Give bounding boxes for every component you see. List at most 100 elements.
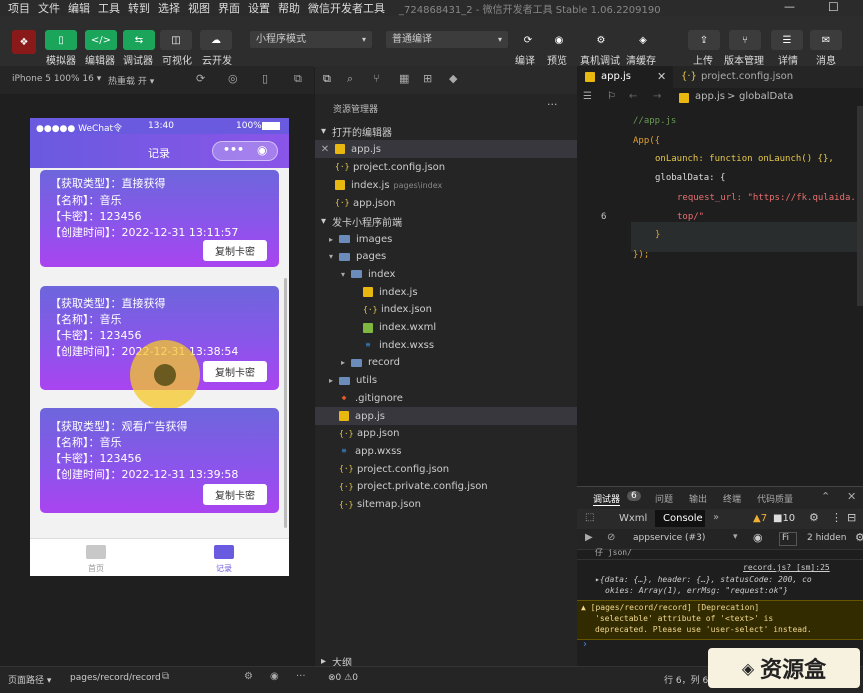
copy-code-button[interactable]: 复制卡密: [203, 484, 267, 505]
open-editor-item[interactable]: index.js pages\index: [315, 176, 577, 194]
details-icon[interactable]: ☰: [771, 30, 803, 50]
warning-count[interactable]: ▲7: [753, 513, 767, 524]
sound-icon[interactable]: ◎: [228, 72, 238, 85]
context-select[interactable]: appservice (#3): [633, 533, 705, 543]
file-item[interactable]: {·} project.private.config.json: [315, 478, 577, 496]
tab-debugger[interactable]: 调试器: [593, 492, 621, 506]
close-icon[interactable]: ✕: [847, 490, 856, 503]
refresh-icon[interactable]: ⟳: [196, 72, 205, 85]
file-item[interactable]: ◆ .gitignore: [315, 389, 577, 407]
eye-icon[interactable]: ◉: [543, 30, 575, 50]
chevron-up-icon[interactable]: ⌃: [821, 490, 830, 503]
open-editor-item[interactable]: {·} project.config.json: [315, 158, 577, 176]
upload-icon[interactable]: ⇪: [688, 30, 720, 50]
compile-button[interactable]: 编译: [515, 52, 535, 67]
close-icon[interactable]: ◉: [257, 143, 267, 157]
open-editor-item[interactable]: ✕ app.js: [315, 140, 577, 158]
filter-input[interactable]: Fi: [779, 532, 797, 546]
file-item[interactable]: ≡ app.wxss: [315, 442, 577, 460]
popout-icon[interactable]: ⧉: [294, 72, 302, 86]
close-icon[interactable]: ✕: [657, 70, 666, 83]
extensions-icon[interactable]: ▦: [399, 72, 409, 85]
scrollbar[interactable]: [284, 278, 287, 528]
kebab-icon[interactable]: ⋮: [831, 511, 842, 524]
problems-count[interactable]: ⊗0 ⚠0: [328, 673, 358, 683]
home-tab-icon[interactable]: [86, 545, 106, 559]
more-icon[interactable]: ···: [296, 671, 306, 682]
menu-item[interactable]: 界面: [218, 0, 240, 16]
file-item[interactable]: {·} app.json: [315, 425, 577, 443]
warning-entry[interactable]: ▲ [pages/record/record] [Deprecation] 's…: [577, 600, 863, 640]
layers-icon[interactable]: ◈: [627, 30, 659, 50]
clear-cache-button[interactable]: 清缓存: [626, 52, 656, 67]
search-icon[interactable]: ⌕: [347, 72, 353, 86]
source-control-icon[interactable]: ⑂: [373, 72, 380, 85]
tab-record[interactable]: 记录: [216, 563, 232, 574]
hidden-count[interactable]: 2 hidden: [807, 533, 846, 543]
tab-code-quality[interactable]: 代码质量: [757, 492, 793, 505]
avatar[interactable]: ❖: [12, 30, 36, 54]
tab-terminal[interactable]: 终端: [723, 492, 741, 505]
tab-app-js[interactable]: app.js ✕: [577, 66, 673, 88]
details-button[interactable]: 详情: [778, 52, 798, 67]
tab-problems[interactable]: 问题: [655, 492, 673, 505]
capsule-menu[interactable]: ••• ◉: [212, 141, 278, 161]
file-item[interactable]: {·} project.config.json: [315, 460, 577, 478]
copy-icon[interactable]: ⧉: [162, 671, 169, 682]
file-item[interactable]: {·} sitemap.json: [315, 496, 577, 514]
folder-item[interactable]: ▾ pages: [315, 248, 577, 266]
breadcrumb-symbol[interactable]: globalData: [739, 91, 793, 102]
preview-button[interactable]: 预览: [547, 52, 567, 67]
menu-item[interactable]: 编辑: [68, 0, 90, 16]
tab-project-config[interactable]: {·} project.config.json: [673, 66, 863, 88]
open-editors-header[interactable]: ▾ 打开的编辑器: [315, 122, 577, 140]
folder-item[interactable]: ▸ utils: [315, 372, 577, 390]
hotreload-select[interactable]: 热重载 开 ▾: [108, 74, 154, 87]
menu-item[interactable]: 微信开发者工具: [308, 0, 385, 16]
version-button[interactable]: 版本管理: [724, 52, 764, 67]
folder-item[interactable]: ▾ index: [315, 265, 577, 283]
visual-icon[interactable]: ◫: [160, 30, 192, 50]
debugger-icon[interactable]: ⇆: [123, 30, 155, 50]
editor-icon[interactable]: </>: [85, 30, 117, 50]
branch-icon[interactable]: ⑂: [729, 30, 761, 50]
scrollbar[interactable]: [857, 106, 863, 306]
message-button[interactable]: 消息: [816, 52, 836, 67]
sidebar-icon[interactable]: ▶: [585, 532, 593, 543]
tab-wxml[interactable]: Wxml: [619, 513, 647, 524]
menu-item[interactable]: 转到: [128, 0, 150, 16]
tab-output[interactable]: 输出: [689, 492, 707, 505]
eye-icon[interactable]: ◉: [270, 671, 279, 682]
split-icon[interactable]: ☰: [583, 91, 592, 102]
copy-code-button[interactable]: 复制卡密: [203, 361, 267, 382]
dock-icon[interactable]: ⊟: [847, 511, 856, 524]
menu-item[interactable]: 文件: [38, 0, 60, 16]
menu-item[interactable]: 帮助: [278, 0, 300, 16]
minimize-icon[interactable]: —: [784, 0, 795, 13]
close-icon[interactable]: ✕: [315, 144, 335, 155]
cursor-position[interactable]: 行 6，列 6: [664, 673, 708, 686]
more-icon[interactable]: •••: [223, 143, 244, 156]
tab-console[interactable]: Console: [663, 513, 703, 524]
bookmark-icon[interactable]: ⚐: [607, 91, 616, 102]
file-item[interactable]: app.js: [315, 407, 577, 425]
prompt-icon[interactable]: ›: [583, 639, 587, 650]
device-select[interactable]: iPhone 5 100% 16 ▾: [12, 74, 101, 84]
inspect-icon[interactable]: ⬚: [585, 512, 594, 523]
folder-item[interactable]: ▸ record: [315, 354, 577, 372]
menu-item[interactable]: 设置: [248, 0, 270, 16]
message-icon[interactable]: ✉: [810, 30, 842, 50]
remote-debug-button[interactable]: 真机调试: [580, 52, 620, 67]
bird-icon[interactable]: ◆: [449, 72, 457, 85]
file-item[interactable]: ≡ index.wxss: [315, 336, 577, 354]
breadcrumb-file[interactable]: app.js: [695, 91, 725, 102]
files-icon[interactable]: ⧉: [323, 72, 331, 86]
menu-item[interactable]: 工具: [98, 0, 120, 16]
visual-button[interactable]: 可视化: [162, 52, 192, 67]
log-entry[interactable]: record.js? [sm]:25 ▸{data: {…}, header: …: [577, 561, 863, 599]
cloud-button[interactable]: 云开发: [202, 52, 232, 67]
error-count[interactable]: ■10: [773, 513, 795, 524]
record-tab-icon[interactable]: [214, 545, 234, 559]
gear-icon[interactable]: ⚙: [855, 531, 863, 544]
build-icon[interactable]: ⚙: [244, 671, 253, 682]
